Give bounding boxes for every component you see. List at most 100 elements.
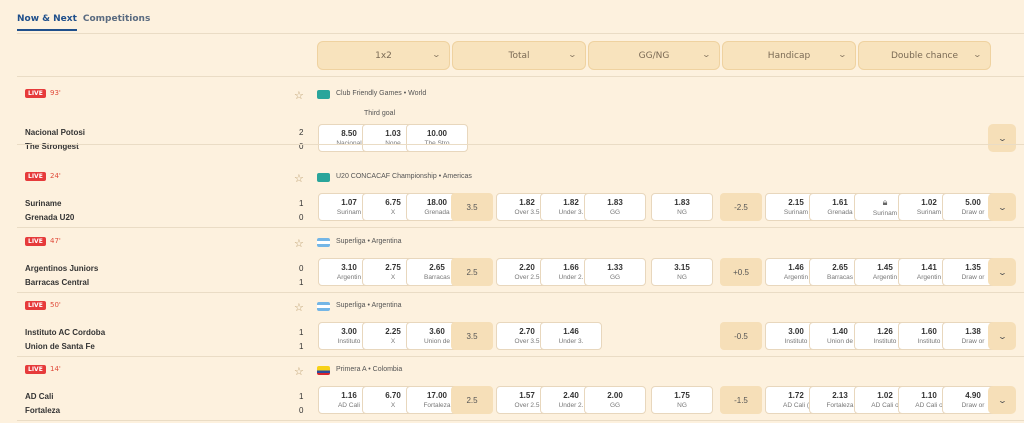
away-team: Fortaleza	[25, 406, 61, 415]
away-team: Union de Santa Fe	[25, 342, 95, 351]
odd-value: 1.75	[674, 391, 690, 400]
chevron-down-icon: ⌄	[837, 50, 848, 59]
live-badge: LIVE	[25, 237, 46, 246]
competition-name: U20 CONCACAF Championship • Americas	[336, 173, 472, 180]
undefined[interactable]: 1.83 NG	[651, 193, 713, 221]
handicap-line: -0.5	[720, 322, 762, 350]
undefined[interactable]: 1.33 GG	[584, 258, 646, 286]
market-select-gg-ng[interactable]: GG/NG ⌄	[588, 41, 720, 70]
expand-more-button[interactable]: ⌄	[988, 258, 1016, 286]
live-badge: LIVE	[25, 89, 46, 98]
home-team: Instituto AC Cordoba	[25, 328, 106, 337]
away-score: 1	[299, 278, 304, 287]
match-minute: 47'	[50, 237, 61, 245]
expand-more-button[interactable]: ⌄	[988, 322, 1016, 350]
favorite-star-icon[interactable]: ☆	[294, 89, 304, 102]
tab-competitions[interactable]: Competitions	[83, 14, 150, 31]
competition-name: Primera A • Colombia	[336, 366, 403, 373]
total-line: 3.5	[451, 193, 493, 221]
match-minute: 14'	[50, 365, 61, 373]
market-select-total[interactable]: Total ⌄	[452, 41, 586, 70]
undefined[interactable]: 3.15 NG	[651, 258, 713, 286]
chevron-down-icon: ⌄	[996, 202, 1008, 212]
chevron-down-icon: ⌄	[701, 50, 712, 59]
flag-icon	[317, 238, 330, 247]
chevron-down-icon: ⌄	[996, 331, 1008, 341]
chevron-down-icon: ⌄	[567, 50, 578, 59]
home-score: 1	[299, 328, 304, 337]
match-minute: 24'	[50, 172, 61, 180]
competition-name: Club Friendly Games • World	[336, 90, 427, 97]
odd-value: 2.00	[607, 391, 623, 400]
away-score: 0	[299, 406, 304, 415]
favorite-star-icon[interactable]: ☆	[294, 237, 304, 250]
home-score: 1	[299, 199, 304, 208]
undefined[interactable]: 2.00 GG	[584, 386, 646, 414]
match-row: LIVE 50' ☆ Superliga • Argentina Instituto A…	[17, 293, 1024, 357]
odd-label: GG	[609, 402, 621, 409]
odd-value: 3.15	[674, 263, 690, 272]
header-divider	[17, 76, 1024, 77]
home-score: 2	[299, 128, 304, 137]
market-select-1x2[interactable]: 1x2 ⌄	[317, 41, 450, 70]
home-team: Argentinos Juniors	[25, 264, 99, 273]
market-label: Total	[508, 50, 530, 61]
match-row: LIVE 93' ☆ Club Friendly Games • World Nacio…	[17, 81, 1024, 152]
tab-now-next[interactable]: Now & Next	[17, 14, 77, 31]
match-minute: 93'	[50, 89, 61, 97]
flag-icon	[317, 302, 330, 311]
total-line: 2.5	[451, 258, 493, 286]
away-score: 1	[299, 342, 304, 351]
total-line: 3.5	[451, 322, 493, 350]
undefined[interactable]: 1.46 Under 3.	[540, 322, 602, 350]
market-select-double-chance[interactable]: Double chance ⌄	[858, 41, 991, 70]
expand-more-button[interactable]: ⌄	[988, 193, 1016, 221]
home-team: AD Cali	[25, 392, 54, 401]
match-minute: 50'	[50, 301, 61, 309]
undefined[interactable]: 1.75 NG	[651, 386, 713, 414]
odd-value: 1.83	[674, 198, 690, 207]
undefined[interactable]: 1.83 GG	[584, 193, 646, 221]
odd-label: Under 3.	[558, 338, 584, 345]
tab-bar: Now & Next Competitions	[17, 14, 150, 31]
chevron-down-icon: ⌄	[996, 267, 1008, 277]
match-row: LIVE 47' ☆ Superliga • Argentina Argentinos …	[17, 229, 1024, 293]
market-label: 1x2	[375, 50, 392, 61]
away-team: Grenada U20	[25, 213, 75, 222]
away-score: 0	[299, 213, 304, 222]
row-divider	[17, 227, 1024, 228]
flag-icon	[317, 366, 330, 375]
odd-label: GG	[609, 274, 621, 281]
expand-more-button[interactable]: ⌄	[988, 386, 1016, 414]
market-label: Double chance	[890, 50, 959, 61]
chevron-down-icon: ⌄	[972, 50, 983, 59]
home-team: Nacional Potosi	[25, 128, 86, 137]
market-select-handicap[interactable]: Handicap ⌄	[722, 41, 856, 70]
total-line: 2.5	[451, 386, 493, 414]
live-badge: LIVE	[25, 172, 46, 181]
chevron-down-icon: ⌄	[996, 395, 1008, 405]
row-divider	[17, 144, 1024, 145]
favorite-star-icon[interactable]: ☆	[294, 365, 304, 378]
competition-name: Superliga • Argentina	[336, 238, 402, 245]
odd-label: NG	[677, 402, 687, 409]
handicap-line: +0.5	[720, 258, 762, 286]
favorite-star-icon[interactable]: ☆	[294, 172, 304, 185]
live-badge: LIVE	[25, 365, 46, 374]
home-score: 0	[299, 264, 304, 273]
odd-value: 1.33	[607, 263, 623, 272]
odd-label: GG	[609, 209, 621, 216]
handicap-line: -2.5	[720, 193, 762, 221]
undefined[interactable]: 10.00The Stro	[406, 124, 468, 152]
odd-value: 10.00	[426, 129, 448, 138]
tab-divider	[17, 33, 1024, 34]
chevron-down-icon: ⌄	[996, 133, 1008, 143]
odd-label: NG	[677, 209, 687, 216]
favorite-star-icon[interactable]: ☆	[294, 301, 304, 314]
match-row: LIVE 14' ☆ Primera A • Colombia AD Cali Forta…	[17, 357, 1024, 421]
match-row: LIVE 24' ☆ U20 CONCACAF Championship • Amer…	[17, 164, 1024, 228]
expand-more-button[interactable]: ⌄	[988, 124, 1016, 152]
market-label: GG/NG	[638, 50, 670, 61]
market-label: Handicap	[767, 50, 811, 61]
market-note: Third goal	[364, 110, 396, 117]
